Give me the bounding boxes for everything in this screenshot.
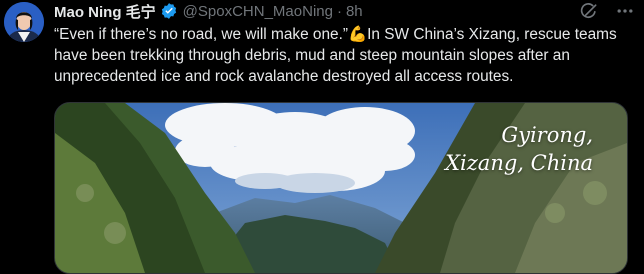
tweet-media[interactable]: Gyirong, Xizang, China [54, 102, 628, 274]
profile-photo [4, 2, 44, 42]
media-caption: Gyirong, Xizang, China [445, 121, 593, 177]
caption-line-1: Gyirong, [501, 123, 593, 147]
author-name[interactable]: Mao Ning 毛宁 [54, 1, 156, 22]
author-handle[interactable]: @SpoxCHN_MaoNing [183, 3, 333, 20]
tweet-text: “Even if there’s no road, we will make o… [54, 26, 617, 85]
more-options-icon[interactable] [614, 0, 636, 22]
post-time[interactable]: 8h [346, 3, 363, 20]
grok-icon[interactable] [578, 0, 600, 22]
avatar[interactable] [4, 2, 44, 42]
caption-line-2: Xizang, China [445, 151, 593, 175]
separator-dot: · [336, 2, 342, 20]
tweet-header: Mao Ning 毛宁 @SpoxCHN_MaoNing · 8h [54, 1, 363, 21]
tweet-actions-top [578, 0, 636, 22]
verified-badge-icon [160, 2, 178, 20]
